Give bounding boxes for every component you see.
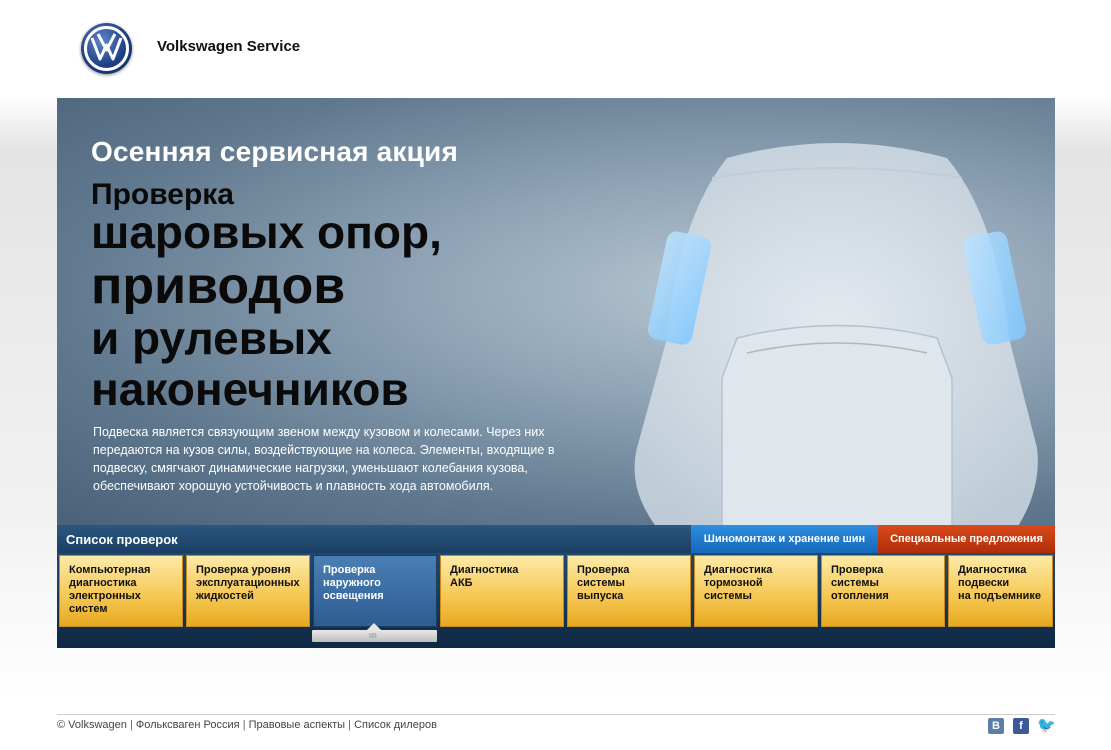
checks-tiles: Компьютерная диагностика электронных сис…: [57, 553, 1055, 648]
hero-banner: Осенняя сервисная акция Проверка шаровых…: [57, 98, 1055, 525]
tile-heating-check[interactable]: Проверка системы отопления: [821, 555, 945, 627]
headline-line-5: наконечников: [91, 363, 409, 415]
carousel-scrollbar[interactable]: IIII: [312, 623, 437, 642]
caret-up-icon: [367, 623, 381, 630]
footer-separator: |: [129, 719, 133, 731]
tires-storage-button[interactable]: Шиномонтаж и хранение шин: [691, 525, 878, 553]
twitter-icon[interactable]: 🐦: [1037, 718, 1056, 734]
headline-line-4: и рулевых: [91, 312, 332, 364]
promo-subtitle: Осенняя сервисная акция: [91, 136, 459, 167]
footer: © Volkswagen | Фольксваген Россия | Прав…: [57, 719, 437, 731]
copyright: © Volkswagen: [57, 719, 127, 731]
tile-exhaust-check[interactable]: Проверка системы выпуска: [567, 555, 691, 627]
footer-separator: |: [242, 719, 246, 731]
headline-line-3: приводов: [91, 257, 346, 315]
headline-line-2: шаровых опор,: [91, 206, 442, 258]
vw-logo-icon[interactable]: [81, 23, 132, 74]
tile-fluids-check[interactable]: Проверка уровня эксплуатационных жидкост…: [186, 555, 310, 627]
footer-link-dealers[interactable]: Список дилеров: [354, 719, 437, 731]
special-offers-button[interactable]: Специальные предложения: [878, 525, 1055, 553]
tile-battery-diagnostics[interactable]: Диагностика АКБ: [440, 555, 564, 627]
header: Volkswagen Service: [0, 0, 1111, 98]
car-illustration: [634, 143, 1038, 525]
footer-link-vw-russia[interactable]: Фольксваген Россия: [136, 719, 240, 731]
footer-separator: |: [348, 719, 352, 731]
tile-brake-diagnostics[interactable]: Диагностика тормозной системы: [694, 555, 818, 627]
footer-link-legal[interactable]: Правовые аспекты: [249, 719, 345, 731]
promo-description: Подвеска является связующим звеном между…: [93, 425, 555, 493]
footer-divider: [57, 714, 1055, 715]
brand-title: Volkswagen Service: [157, 38, 301, 55]
facebook-icon[interactable]: f: [1013, 718, 1029, 734]
tile-suspension-diagnostics[interactable]: Диагностика подвески на подъемнике: [948, 555, 1053, 627]
vk-icon[interactable]: В: [988, 718, 1004, 734]
tile-lighting-check[interactable]: Проверка наружного освещения: [313, 555, 437, 627]
checks-list-title: Список проверок: [66, 532, 178, 547]
scroll-grip-icon[interactable]: IIII: [369, 633, 377, 640]
checks-bar: Список проверок Шиномонтаж и хранение ши…: [57, 525, 1055, 553]
tile-computer-diagnostics[interactable]: Компьютерная диагностика электронных сис…: [59, 555, 183, 627]
